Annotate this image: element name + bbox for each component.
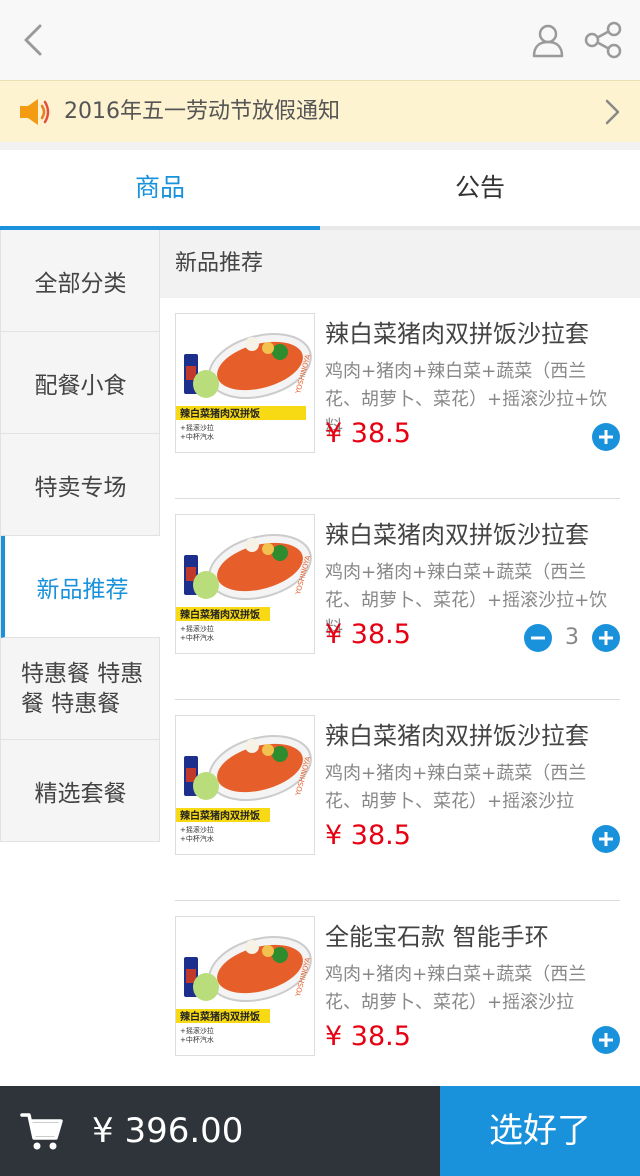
product-name: 辣白菜猪肉双拼饭沙拉套 bbox=[325, 722, 589, 750]
product-price: ¥ 38.5 bbox=[325, 820, 411, 851]
plus-icon[interactable] bbox=[591, 1025, 621, 1055]
notice-bar[interactable]: 2016年五一劳动节放假通知 bbox=[0, 80, 640, 142]
cart-total: ¥ 396.00 bbox=[92, 1111, 244, 1151]
thumb-sub1: +摇滚沙拉 bbox=[180, 624, 214, 633]
section-title: 新品推荐 bbox=[160, 230, 640, 298]
product-item[interactable]: 辣白菜猪肉双拼饭 +摇滚沙拉 +中杯汽水 YOSHINOYA 辣白菜猪肉双拼饭沙… bbox=[160, 499, 640, 700]
product-price: ¥ 38.5 bbox=[325, 418, 411, 449]
product-image: 辣白菜猪肉双拼饭 +摇滚沙拉 +中杯汽水 YOSHINOYA bbox=[175, 715, 315, 855]
tab-announcements[interactable]: 公告 bbox=[320, 150, 640, 226]
minus-icon[interactable] bbox=[523, 623, 553, 653]
product-name: 辣白菜猪肉双拼饭沙拉套 bbox=[325, 521, 589, 549]
thumb-label: 辣白菜猪肉双拼饭 bbox=[180, 608, 260, 621]
category-sidebar: 全部分类 配餐小食 特卖专场 新品推荐 特惠餐 特惠餐 特惠餐 精选套餐 bbox=[0, 230, 160, 842]
thumb-sub2: +中杯汽水 bbox=[180, 633, 214, 642]
product-name: 辣白菜猪肉双拼饭沙拉套 bbox=[325, 320, 589, 348]
back-icon[interactable] bbox=[14, 20, 54, 60]
plus-icon[interactable] bbox=[591, 422, 621, 452]
cart-bar: 2 ¥ 396.00 选好了 bbox=[0, 1086, 640, 1176]
top-bar bbox=[0, 0, 640, 80]
speaker-icon bbox=[20, 99, 50, 125]
thumb-sub2: +中杯汽水 bbox=[180, 1035, 214, 1044]
product-item[interactable]: 辣白菜猪肉双拼饭 +摇滚沙拉 +中杯汽水 YOSHINOYA 全能宝石款 智能手… bbox=[160, 901, 640, 1102]
thumb-sub2: +中杯汽水 bbox=[180, 432, 214, 441]
spacer bbox=[0, 142, 640, 150]
sidebar-item-new[interactable]: 新品推荐 bbox=[1, 536, 160, 638]
sidebar-item-featured[interactable]: 精选套餐 bbox=[1, 740, 160, 842]
product-price: ¥ 38.5 bbox=[325, 1021, 411, 1052]
sidebar-item-discount[interactable]: 特惠餐 特惠餐 特惠餐 bbox=[1, 638, 160, 740]
checkout-button[interactable]: 选好了 bbox=[440, 1086, 640, 1176]
thumb-sub2: +中杯汽水 bbox=[180, 834, 214, 843]
product-image: 辣白菜猪肉双拼饭 +摇滚沙拉 +中杯汽水 YOSHINOYA bbox=[175, 514, 315, 654]
product-image: 辣白菜猪肉双拼饭 +摇滚沙拉 +中杯汽水 YOSHINOYA bbox=[175, 313, 315, 453]
product-name: 全能宝石款 智能手环 bbox=[325, 923, 549, 951]
quantity-value: 3 bbox=[565, 625, 579, 650]
notice-text: 2016年五一劳动节放假通知 bbox=[64, 99, 340, 124]
cart-icon[interactable] bbox=[20, 1110, 64, 1152]
tab-bar: 商品 公告 bbox=[0, 150, 640, 230]
user-icon[interactable] bbox=[528, 20, 568, 60]
product-price: ¥ 38.5 bbox=[325, 619, 411, 650]
thumb-label: 辣白菜猪肉双拼饭 bbox=[180, 407, 260, 420]
thumb-label: 辣白菜猪肉双拼饭 bbox=[180, 1010, 260, 1023]
chevron-right-icon bbox=[605, 99, 620, 125]
sidebar-item-sides[interactable]: 配餐小食 bbox=[1, 332, 160, 434]
sidebar-item-all[interactable]: 全部分类 bbox=[1, 230, 160, 332]
product-desc: 鸡肉+猪肉+辣白菜+蔬菜（西兰花、胡萝卜、菜花）+摇滚沙拉 bbox=[325, 763, 587, 812]
thumb-sub1: +摇滚沙拉 bbox=[180, 825, 214, 834]
product-desc: 鸡肉+猪肉+辣白菜+蔬菜（西兰花、胡萝卜、菜花）+摇滚沙拉 bbox=[325, 964, 587, 1013]
tab-products[interactable]: 商品 bbox=[0, 150, 320, 230]
thumb-sub1: +摇滚沙拉 bbox=[180, 1026, 214, 1035]
sidebar-item-specials[interactable]: 特卖专场 bbox=[1, 434, 160, 536]
plus-icon[interactable] bbox=[591, 623, 621, 653]
product-item[interactable]: 辣白菜猪肉双拼饭 +摇滚沙拉 +中杯汽水 YOSHINOYA 辣白菜猪肉双拼饭沙… bbox=[160, 298, 640, 499]
plus-icon[interactable] bbox=[591, 824, 621, 854]
product-image: 辣白菜猪肉双拼饭 +摇滚沙拉 +中杯汽水 YOSHINOYA bbox=[175, 916, 315, 1056]
product-item[interactable]: 辣白菜猪肉双拼饭 +摇滚沙拉 +中杯汽水 YOSHINOYA 辣白菜猪肉双拼饭沙… bbox=[160, 700, 640, 901]
thumb-label: 辣白菜猪肉双拼饭 bbox=[180, 809, 260, 822]
share-icon[interactable] bbox=[582, 20, 624, 60]
thumb-sub1: +摇滚沙拉 bbox=[180, 423, 214, 432]
